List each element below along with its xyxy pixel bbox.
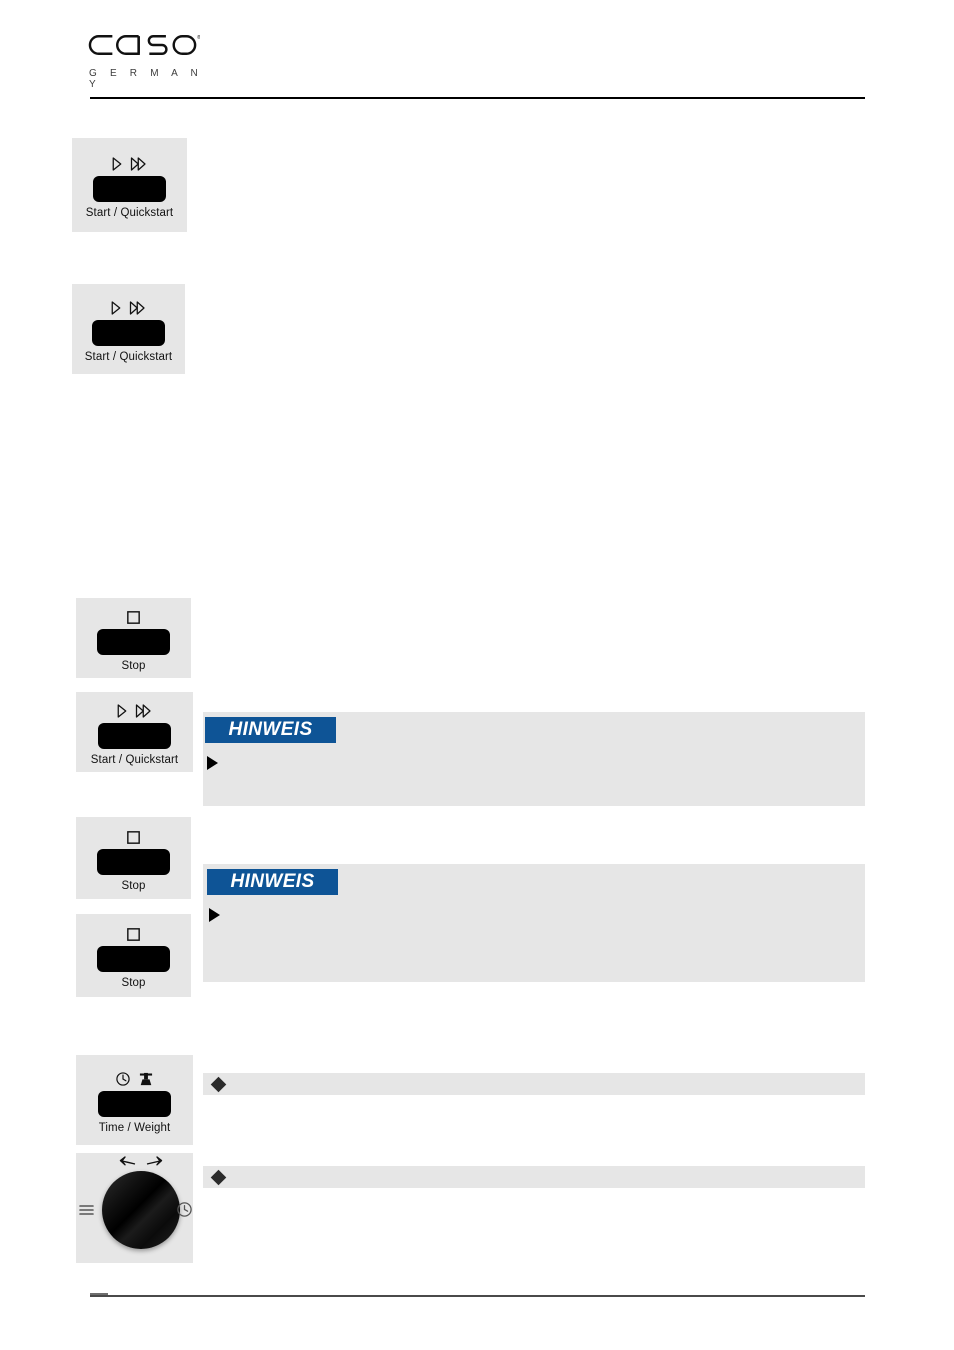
header-divider <box>90 97 865 99</box>
control-icons <box>116 699 153 719</box>
bullet-bar-bullet-bar-1 <box>203 1073 865 1095</box>
note-bullet-triangle-icon <box>207 756 218 770</box>
control-tile-stop-3[interactable]: Stop <box>76 914 191 997</box>
control-label: Start / Quickstart <box>85 206 174 219</box>
control-label: Time / Weight <box>98 1121 171 1134</box>
note-bullet-triangle-icon <box>209 908 220 922</box>
control-label: Start / Quickstart <box>84 350 173 363</box>
fast-forward-icon <box>129 300 145 315</box>
control-icons <box>115 1067 154 1087</box>
fast-forward-icon <box>135 703 151 718</box>
caso-wordmark-icon: ® <box>88 34 200 55</box>
rotary-knob-wrap <box>76 1153 193 1263</box>
play-icon <box>117 703 127 718</box>
control-icons <box>126 605 141 625</box>
control-label: Stop <box>121 879 146 892</box>
control-tile-time-weight[interactable]: Time / Weight <box>76 1055 193 1145</box>
control-key-start-quickstart-1[interactable] <box>93 175 166 202</box>
clock-icon <box>177 1202 192 1217</box>
control-tile-start-quickstart-1[interactable]: Start / Quickstart <box>72 138 187 232</box>
control-tile-start-quickstart-3[interactable]: Start / Quickstart <box>76 692 193 772</box>
diamond-bullet-icon <box>210 1076 227 1092</box>
rotary-knob-dial[interactable] <box>102 1171 180 1249</box>
note-badge: HINWEIS <box>205 717 336 743</box>
control-label: Stop <box>121 659 146 672</box>
control-key-stop-2[interactable] <box>97 848 170 875</box>
control-key-start-quickstart-2[interactable] <box>92 319 165 346</box>
footer-divider-accent <box>90 1293 108 1295</box>
control-label: Stop <box>121 977 146 989</box>
bullet-bar-bullet-bar-2 <box>203 1166 865 1188</box>
play-icon <box>112 156 122 171</box>
control-label: Start / Quickstart <box>90 753 179 766</box>
control-tile-stop-1[interactable]: Stop <box>76 598 191 678</box>
play-icon <box>111 300 121 315</box>
control-icons <box>126 922 141 942</box>
note-badge: HINWEIS <box>207 869 338 895</box>
svg-text:®: ® <box>197 34 200 41</box>
clock-icon <box>116 1071 130 1086</box>
note-block-note-2: HINWEIS <box>203 864 865 982</box>
page-header: ® G E R M A N Y <box>0 0 954 108</box>
control-icons <box>110 296 147 316</box>
control-key-stop-3[interactable] <box>97 946 170 972</box>
weight-icon <box>139 1072 153 1085</box>
control-key-stop-1[interactable] <box>97 628 170 655</box>
brand-sub-label: G E R M A N Y <box>89 68 203 90</box>
control-key-start-quickstart-3[interactable] <box>98 722 171 749</box>
brand-logo: ® G E R M A N Y <box>88 28 203 90</box>
footer-divider <box>90 1295 865 1297</box>
menu-lines-icon <box>79 1205 94 1215</box>
rotate-arrows-icon <box>119 1156 163 1166</box>
control-tile-stop-2[interactable]: Stop <box>76 817 191 899</box>
diamond-bullet-icon <box>210 1169 227 1185</box>
stop-square-icon <box>127 830 140 844</box>
control-icons <box>126 825 141 845</box>
fast-forward-icon <box>130 156 146 171</box>
stop-square-icon <box>127 610 140 624</box>
stop-square-icon <box>127 928 140 941</box>
control-key-time-weight[interactable] <box>98 1090 171 1117</box>
rotary-knob-tile[interactable] <box>76 1153 193 1263</box>
note-block-note-1: HINWEIS <box>203 712 865 806</box>
control-tile-start-quickstart-2[interactable]: Start / Quickstart <box>72 284 185 374</box>
control-icons <box>111 152 148 172</box>
